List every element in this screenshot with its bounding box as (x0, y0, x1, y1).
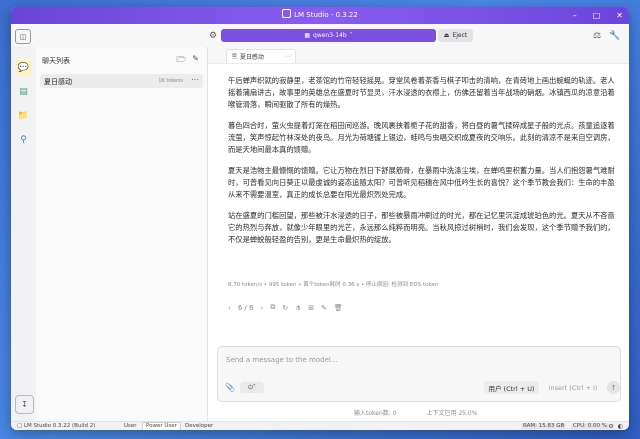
message-input[interactable] (224, 353, 608, 367)
eject-label: Eject (452, 32, 467, 39)
eject-button[interactable]: ⏏ Eject (438, 29, 473, 42)
chat-main-panel: 🗎 夏日感动 ⋯ 午后蝉声织就的寂静里，老茶馆的竹帘轻轻摇晃。穿堂风卷着茶香与棋… (208, 47, 629, 421)
attachment-icon[interactable]: 📎 (225, 383, 235, 392)
app-version-text: LM Studio 0.3.22 (Build 2) (24, 423, 95, 429)
context-usage: 上下文已用 25.0% (426, 410, 477, 417)
search-nav-icon[interactable]: ⚲ (15, 131, 32, 148)
chat-list-header: 聊天列表 (42, 56, 70, 66)
generation-stats: 8.70 token/s • 995 token • 首个token耗时 0.3… (228, 280, 438, 288)
chevron-down-icon: ˅ (253, 384, 256, 391)
top-toolbar: ◫ ⚙ ▦ qwen3-14b ˅ ⏏ Eject ⚖ 🔧 (11, 24, 629, 48)
settings-icon[interactable]: ⚙ (608, 422, 613, 430)
maximize-icon[interactable]: □ (593, 7, 601, 24)
mode-power-user[interactable]: Power User (142, 422, 181, 430)
folder-nav-icon[interactable]: 📁 (15, 107, 32, 124)
chat-tab-title: 夏日感动 (240, 52, 264, 61)
tools-toggle[interactable]: ⏻ ˅ (240, 382, 264, 393)
chat-list-item[interactable]: 夏日感动 1K tokens ⋯ (40, 74, 203, 88)
theme-icon[interactable]: ◐ (618, 422, 623, 430)
chat-tab[interactable]: 🗎 夏日感动 ⋯ (226, 49, 296, 63)
minimize-icon[interactable]: – (573, 7, 577, 24)
left-nav-rail: 💬 ▤ 📁 ⚲ ↧ (11, 47, 37, 421)
chat-title: 夏日感动 (44, 77, 72, 87)
new-chat-icon[interactable]: ✎ (192, 54, 199, 68)
message-paragraph: 午后蝉声织就的寂静里，老茶馆的竹帘轻轻摇晃。穿堂风卷着茶香与棋子叩击的清响，在青… (228, 75, 620, 111)
status-bar: ▢ LM Studio 0.3.22 (Build 2) User Power … (11, 421, 629, 430)
wrench-icon[interactable]: 🔧 (609, 29, 621, 42)
token-usage-row: 输入token数: 0 上下文已用 25.0% (354, 408, 477, 417)
input-token-count: 输入token数: 0 (354, 410, 397, 417)
model-selector[interactable]: ▦ qwen3-14b ˅ (221, 29, 436, 42)
status-logo-icon: ▢ (17, 423, 22, 429)
prev-version-icon[interactable]: ‹ (228, 304, 231, 312)
sidebar-toggle-icon[interactable]: ◫ (15, 29, 31, 44)
chat-tab-bar: 🗎 夏日感动 ⋯ (208, 47, 629, 64)
eject-icon: ⏏ (444, 32, 450, 39)
document-icon: 🗎 (232, 52, 237, 62)
message-composer: 📎 ⏻ ˅ 用户 (Ctrl + U) Insert (Ctrl + I) ↑ (217, 346, 621, 402)
new-folder-icon[interactable]: 🗁 (176, 54, 186, 68)
status-actions: ⚙ ◐ (608, 422, 623, 430)
app-window: LM Studio - 0.3.22 – □ ✕ ◫ ⚙ ▦ qwen3-14b… (11, 7, 629, 430)
app-version: ▢ LM Studio 0.3.22 (Build 2) (17, 422, 95, 430)
app-logo-icon (282, 9, 291, 18)
chat-list-sidebar: 聊天列表 🗁 ✎ 夏日感动 1K tokens ⋯ (36, 47, 208, 421)
copy-icon[interactable]: ⧉ (270, 303, 275, 312)
ram-usage: RAM: 15.83 GB (521, 423, 566, 429)
message-paragraph: 夏天是浩物主最慷慨的馈赠。它让万物在烈日下舒展筋骨，在暴雨中洗涤尘埃，在蝉鸣里积… (228, 165, 620, 201)
next-version-icon[interactable]: › (261, 304, 264, 312)
fork-icon[interactable]: ⋔ (295, 304, 301, 312)
settings-gear-icon[interactable]: ⚙ (207, 29, 219, 42)
insert-below-icon[interactable]: ⊞ (308, 304, 314, 312)
message-actions: ‹ 6 / 6 › ⧉ ↻ ⋔ ⊞ ✎ 🗑 (228, 303, 343, 312)
mode-user[interactable]: User (121, 423, 140, 430)
model-chip-icon: ▦ (304, 32, 310, 39)
system-resources: RAM: 15.83 GB CPU: 0.00 % (521, 422, 612, 430)
tab-more-icon[interactable]: ⋯ (285, 53, 291, 60)
title-bar: LM Studio - 0.3.22 – □ ✕ (11, 7, 629, 24)
chevron-down-icon: ˅ (350, 32, 353, 39)
role-user-button[interactable]: 用户 (Ctrl + U) (484, 381, 539, 394)
message-paragraph: 站在盛夏的门槛回望，那些被汗水浸透的日子，那些被暴雨冲刷过的时光，都在记忆里沉淀… (228, 210, 620, 246)
send-arrow-icon[interactable]: ↑ (607, 381, 620, 394)
model-name: qwen3-14b (313, 32, 347, 39)
window-controls: – □ ✕ (573, 7, 623, 24)
close-icon[interactable]: ✕ (616, 7, 623, 24)
edit-icon[interactable]: ✎ (321, 304, 327, 312)
chat-token-count: 1K tokens (158, 78, 183, 84)
terminal-nav-icon[interactable]: ▤ (15, 83, 32, 100)
download-icon[interactable]: ↧ (15, 395, 34, 414)
chat-list-actions: 🗁 ✎ (176, 54, 199, 68)
flask-icon[interactable]: ⚖ (591, 29, 603, 42)
insert-button[interactable]: Insert (Ctrl + I) (544, 381, 602, 394)
chat-nav-icon[interactable]: 💬 (15, 59, 32, 76)
regenerate-icon[interactable]: ↻ (282, 304, 288, 312)
more-options-icon[interactable]: ⋯ (191, 75, 199, 84)
cpu-usage: CPU: 0.00 % (571, 423, 609, 429)
delete-icon[interactable]: 🗑 (334, 304, 343, 312)
window-title: LM Studio - 0.3.22 (294, 11, 358, 19)
message-paragraph: 暮色四合时，萤火虫提着灯笼在稻田间巡游。晚风裹挟着栀子花的甜香，将白昼的暑气揉碎… (228, 120, 620, 156)
version-counter: 6 / 6 (238, 304, 254, 312)
mode-developer[interactable]: Developer (182, 423, 216, 430)
assistant-message: 午后蝉声织就的寂静里，老茶馆的竹帘轻轻摇晃。穿堂风卷着茶香与棋子叩击的清响，在青… (228, 75, 620, 255)
